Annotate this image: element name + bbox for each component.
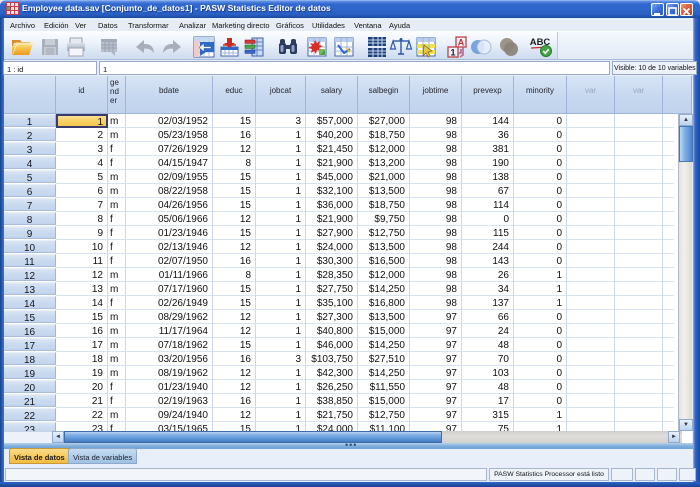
svg-text:A: A [458, 38, 465, 48]
svg-text:1: 1 [450, 48, 455, 58]
